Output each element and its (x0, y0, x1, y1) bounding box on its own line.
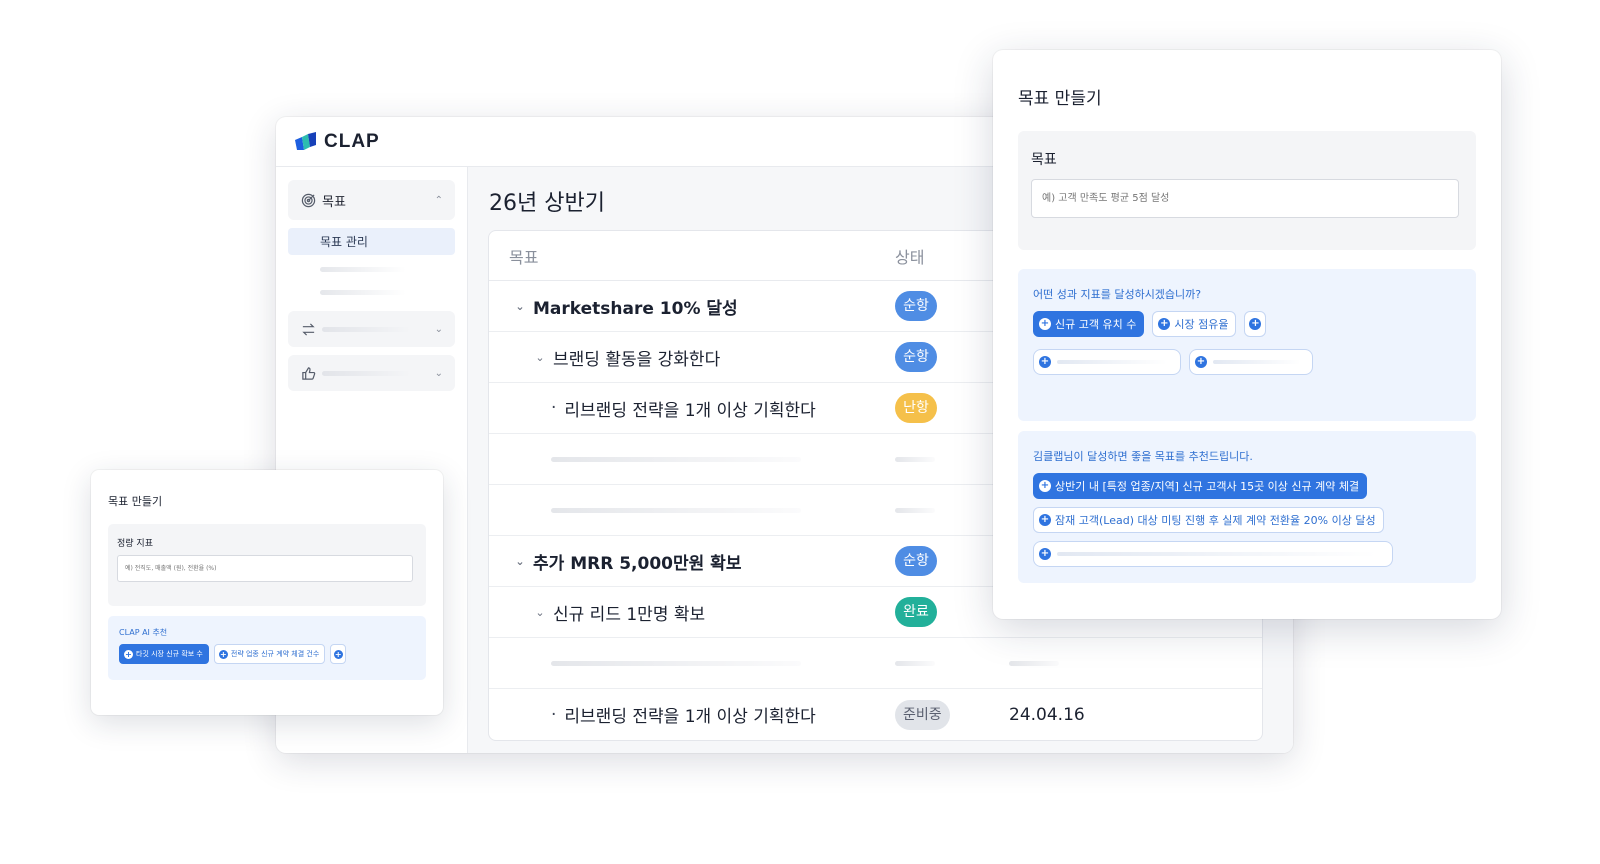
modal-title: 목표 만들기 (1018, 89, 1102, 109)
exchange-icon (300, 321, 316, 337)
create-goal-modal: 목표 만들기 목표 어떤 성과 지표를 달성하시겠습니까? + 신규 고객 유치 … (993, 50, 1501, 619)
chip-label-placeholder (1057, 552, 1377, 556)
table-row-placeholder[interactable] (489, 638, 1262, 689)
add-metric-button[interactable]: + (1244, 311, 1267, 337)
metric-chip[interactable]: + 시장 점유율 (1152, 311, 1237, 337)
plus-circle-icon: + (1039, 514, 1051, 526)
goal-title: 추가 MRR 5,000만원 확보 (533, 553, 742, 574)
table-row[interactable]: · 리브랜딩 전략을 1개 이상 기획한다 준비중 24.04.16 (489, 689, 1262, 740)
goal-title: Marketshare 10% 달성 (533, 298, 738, 319)
ai-recommend-label: CLAP AI 추천 (119, 628, 168, 637)
add-ai-chip-button[interactable]: + (330, 644, 347, 664)
metric-chip-placeholder[interactable]: + (1189, 349, 1313, 375)
plus-circle-icon: + (218, 649, 228, 659)
metric-chip[interactable]: + 신규 고객 유치 수 (1033, 311, 1145, 337)
chevron-down-icon[interactable]: ⌄ (531, 606, 549, 619)
sidebar-item-placeholder[interactable] (320, 290, 406, 295)
sidebar-item-placeholder[interactable] (320, 267, 406, 272)
plus-circle-icon: + (1039, 480, 1051, 492)
sidebar-group-label: 목표 (322, 194, 346, 210)
plus-circle-icon: + (1039, 548, 1051, 560)
plus-circle-icon: + (1195, 356, 1207, 368)
goal-title: 브랜딩 활동을 강화한다 (553, 349, 721, 370)
plus-circle-icon: + (1249, 318, 1262, 330)
chevron-down-icon[interactable]: ⌄ (435, 324, 443, 335)
text-placeholder (551, 660, 801, 666)
sidebar-group-goals[interactable]: 목표 ⌃ (288, 180, 455, 220)
recommendation-title: 김클랩님이 달성하면 좋을 목표를 추천드립니다. (1033, 450, 1253, 463)
bullet-icon: · (551, 398, 557, 418)
status-badge: 순항 (895, 342, 937, 372)
column-header-goal[interactable]: 목표 (489, 244, 895, 268)
ai-chip[interactable]: + 타깃 시장 신규 확보 수 (119, 644, 209, 664)
plus-circle-icon: + (333, 649, 343, 659)
plus-circle-icon: + (124, 649, 133, 659)
sidebar-label-placeholder (322, 326, 411, 332)
chevron-up-icon[interactable]: ⌃ (435, 195, 443, 206)
logo[interactable]: CLAP (294, 131, 380, 153)
status-badge: 난항 (895, 393, 937, 423)
status-placeholder (895, 507, 935, 513)
plus-circle-icon: + (1039, 318, 1051, 330)
chevron-down-icon[interactable]: ⌄ (511, 555, 529, 568)
sidebar-group-2[interactable]: ⌄ (288, 311, 455, 347)
chip-label: 상반기 내 [특정 업종/지역] 신규 고객사 15곳 이상 신규 계약 체결 (1055, 480, 1360, 493)
sidebar-label-placeholder (322, 370, 411, 376)
column-header-status[interactable]: 상태 (895, 244, 1009, 268)
chip-label: 타깃 시장 신규 확보 수 (136, 650, 203, 658)
logo-text: CLAP (324, 130, 380, 152)
goal-title: 리브랜딩 전략을 1개 이상 기획한다 (564, 400, 816, 421)
goal-field-label: 목표 (1031, 152, 1057, 168)
goal-field-group: 목표 (1018, 131, 1476, 250)
chip-label: 전략 업종 신규 계약 체결 건수 (230, 650, 320, 658)
metric-input[interactable] (117, 555, 413, 582)
goal-title: 리브랜딩 전략을 1개 이상 기획한다 (564, 707, 816, 727)
sidebar-item-goal-management[interactable]: 목표 관리 (288, 228, 455, 255)
goal-input[interactable] (1031, 179, 1459, 218)
chevron-down-icon[interactable]: ⌄ (531, 351, 549, 364)
date-placeholder (1009, 660, 1059, 666)
modal-title: 목표 만들기 (108, 495, 163, 508)
chip-label-placeholder (1057, 360, 1167, 364)
ai-recommend-section: CLAP AI 추천 + 타깃 시장 신규 확보 수 + 전략 업종 신규 계약 체… (108, 616, 426, 680)
metric-question: 어떤 성과 지표를 달성하시겠습니까? (1033, 288, 1202, 301)
recommendation-chip[interactable]: + 상반기 내 [특정 업종/지역] 신규 고객사 15곳 이상 신규 계약 체결 (1033, 473, 1368, 499)
chip-label: 시장 점유율 (1174, 318, 1229, 331)
chevron-down-icon[interactable]: ⌄ (511, 300, 529, 313)
text-placeholder (551, 507, 801, 513)
chevron-down-icon[interactable]: ⌄ (435, 368, 443, 379)
plus-circle-icon: + (1039, 356, 1051, 368)
status-badge: 완료 (895, 597, 937, 627)
metric-field-label: 정량 지표 (117, 539, 153, 549)
chip-label-placeholder (1213, 360, 1301, 364)
chip-label: 잠재 고객(Lead) 대상 미팅 진행 후 실제 계약 전환율 20% 이상 … (1055, 514, 1376, 527)
metric-field-group: 정량 지표 (108, 524, 426, 606)
status-badge: 준비중 (895, 699, 950, 730)
thumbs-up-icon (300, 365, 316, 381)
recommendation-section: 김클랩님이 달성하면 좋을 목표를 추천드립니다. + 상반기 내 [특정 업종/… (1018, 431, 1476, 583)
metric-section: 어떤 성과 지표를 달성하시겠습니까? + 신규 고객 유치 수 + 시장 점유율 … (1018, 269, 1476, 421)
plus-circle-icon: + (1158, 318, 1171, 330)
goal-date: 24.04.16 (1009, 704, 1085, 725)
clap-logo-icon (295, 131, 316, 150)
metric-chip-placeholder[interactable]: + (1033, 349, 1181, 375)
bullet-icon: · (551, 704, 557, 725)
create-goal-modal-small: 목표 만들기 정량 지표 CLAP AI 추천 +타깃 시장 신규 확보 수 +… (91, 470, 443, 715)
target-icon (300, 192, 316, 208)
status-badge: 순항 (895, 546, 937, 576)
status-placeholder (895, 660, 935, 666)
text-placeholder (551, 456, 801, 462)
ai-chip[interactable]: + 전략 업종 신규 계약 체결 건수 (213, 644, 326, 664)
recommendation-chip-placeholder[interactable]: + (1033, 541, 1393, 567)
status-badge: 순항 (895, 291, 937, 321)
goal-title: 신규 리드 1만명 확보 (553, 604, 706, 625)
sidebar-group-3[interactable]: ⌄ (288, 355, 455, 391)
chip-label: 신규 고객 유치 수 (1055, 318, 1137, 331)
status-placeholder (895, 456, 935, 462)
recommendation-chip[interactable]: + 잠재 고객(Lead) 대상 미팅 진행 후 실제 계약 전환율 20% 이상… (1033, 507, 1384, 533)
